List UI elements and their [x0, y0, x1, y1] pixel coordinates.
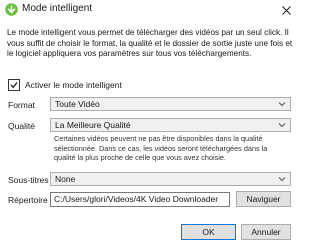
subtitles-value: None [55, 174, 76, 184]
description-text: Le mode intelligent vous permet de téléc… [7, 28, 293, 58]
quality-label: Qualité [8, 121, 35, 131]
browse-button[interactable]: Naviguer [236, 191, 291, 207]
format-select[interactable]: Toute Vidéo [50, 97, 291, 111]
app-logo-icon [5, 3, 18, 16]
format-value: Toute Vidéo [55, 99, 100, 109]
ok-button[interactable]: OK [181, 224, 236, 240]
checkmark-icon [10, 82, 18, 89]
close-icon [281, 5, 291, 15]
cancel-button[interactable]: Annuler [241, 224, 291, 240]
window-title: Mode intelligent [22, 3, 93, 14]
chevron-down-icon [278, 177, 286, 182]
format-label: Format [8, 100, 35, 110]
quality-note: Certaines vidéos peuvent ne pas être dis… [54, 134, 268, 162]
smart-mode-dialog: Mode intelligent Le mode intelligent vou… [0, 0, 300, 247]
smart-mode-label: Activer le mode intelligent [25, 80, 122, 90]
subtitles-label: Sous-titres [8, 175, 49, 185]
chevron-down-icon [278, 123, 286, 128]
chevron-down-icon [278, 102, 286, 107]
smart-mode-checkbox[interactable] [8, 79, 20, 91]
quality-value: La Meilleure Qualité [55, 120, 131, 130]
smart-mode-checkbox-row[interactable]: Activer le mode intelligent [8, 79, 122, 91]
directory-input[interactable]: C:/Users/glori/Videos/4K Video Downloade… [50, 192, 230, 207]
subtitles-select[interactable]: None [50, 172, 291, 186]
directory-label: Répertoire [8, 195, 48, 205]
title-bar: Mode intelligent [0, 0, 300, 20]
quality-select[interactable]: La Meilleure Qualité [50, 118, 291, 132]
close-button[interactable] [275, 0, 297, 20]
